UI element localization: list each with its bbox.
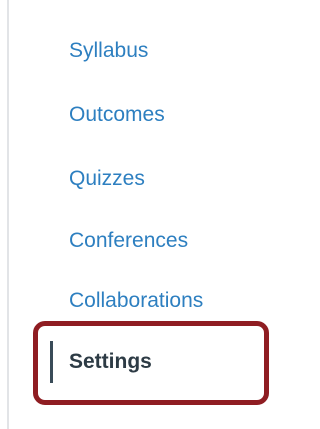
nav-item-syllabus[interactable]: Syllabus bbox=[69, 37, 148, 65]
nav-item-conferences[interactable]: Conferences bbox=[69, 227, 188, 255]
settings-highlight-outline bbox=[33, 321, 269, 405]
nav-item-collaborations[interactable]: Collaborations bbox=[69, 287, 203, 315]
nav-item-outcomes[interactable]: Outcomes bbox=[69, 101, 165, 129]
nav-item-quizzes[interactable]: Quizzes bbox=[69, 165, 145, 193]
